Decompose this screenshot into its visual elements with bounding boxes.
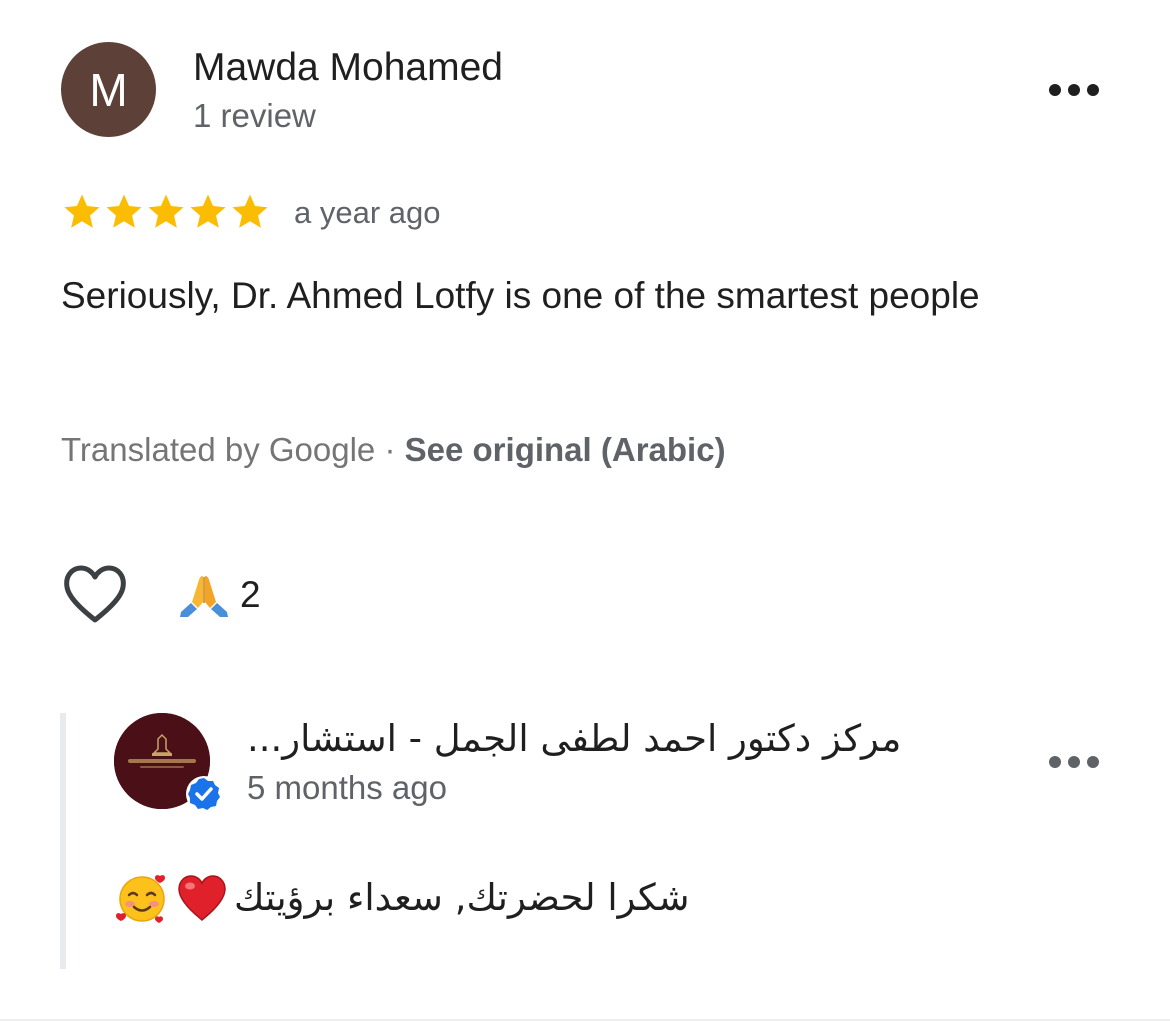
like-button[interactable] [63, 563, 127, 625]
reply-text: شكرا لحضرتك, سعداء برؤيتك [234, 876, 690, 919]
owner-reply-time: 5 months ago [247, 769, 447, 806]
review-time: a year ago [294, 195, 441, 230]
red-heart-emoji [178, 875, 226, 922]
reaction-count: 2 [240, 574, 261, 615]
bottom-divider [0, 1019, 1170, 1021]
owner-reply-text: شكرا لحضرتك, سعداء برؤيتك [114, 868, 734, 928]
more-horizontal-icon [1049, 84, 1099, 96]
smiling-face-with-hearts-emoji [116, 875, 165, 923]
reply-indent-bar [60, 713, 66, 969]
see-original-link[interactable]: See original (Arabic) [405, 431, 726, 468]
star-icon [64, 194, 100, 228]
star-icon [106, 194, 142, 228]
heart-outline-icon [64, 565, 126, 623]
star-rating [61, 190, 271, 234]
review-more-button[interactable] [1044, 70, 1104, 110]
star-icon [232, 194, 268, 228]
reply-more-button[interactable] [1044, 742, 1104, 782]
owner-name[interactable]: مركز دكتور احمد لطفى الجمل - استشار... [247, 714, 939, 764]
review-count: 1 review [193, 97, 316, 134]
translation-note: Translated by Google · See original (Ara… [61, 430, 726, 470]
folded-hands-emoji [180, 576, 228, 617]
review-text: Seriously, Dr. Ahmed Lotfy is one of the… [61, 275, 980, 316]
star-icon [148, 194, 184, 228]
verified-badge [185, 775, 223, 813]
reaction-chip[interactable]: 2 [178, 572, 261, 618]
translated-label: Translated by Google [61, 431, 376, 468]
reviewer-name[interactable]: Mawda Mohamed [193, 46, 503, 90]
more-horizontal-icon [1049, 756, 1099, 768]
verified-badge-icon [186, 776, 222, 812]
reviewer-avatar[interactable]: M [61, 42, 156, 137]
star-icon [190, 194, 226, 228]
separator: · [384, 431, 396, 468]
avatar-letter: M [89, 63, 128, 116]
